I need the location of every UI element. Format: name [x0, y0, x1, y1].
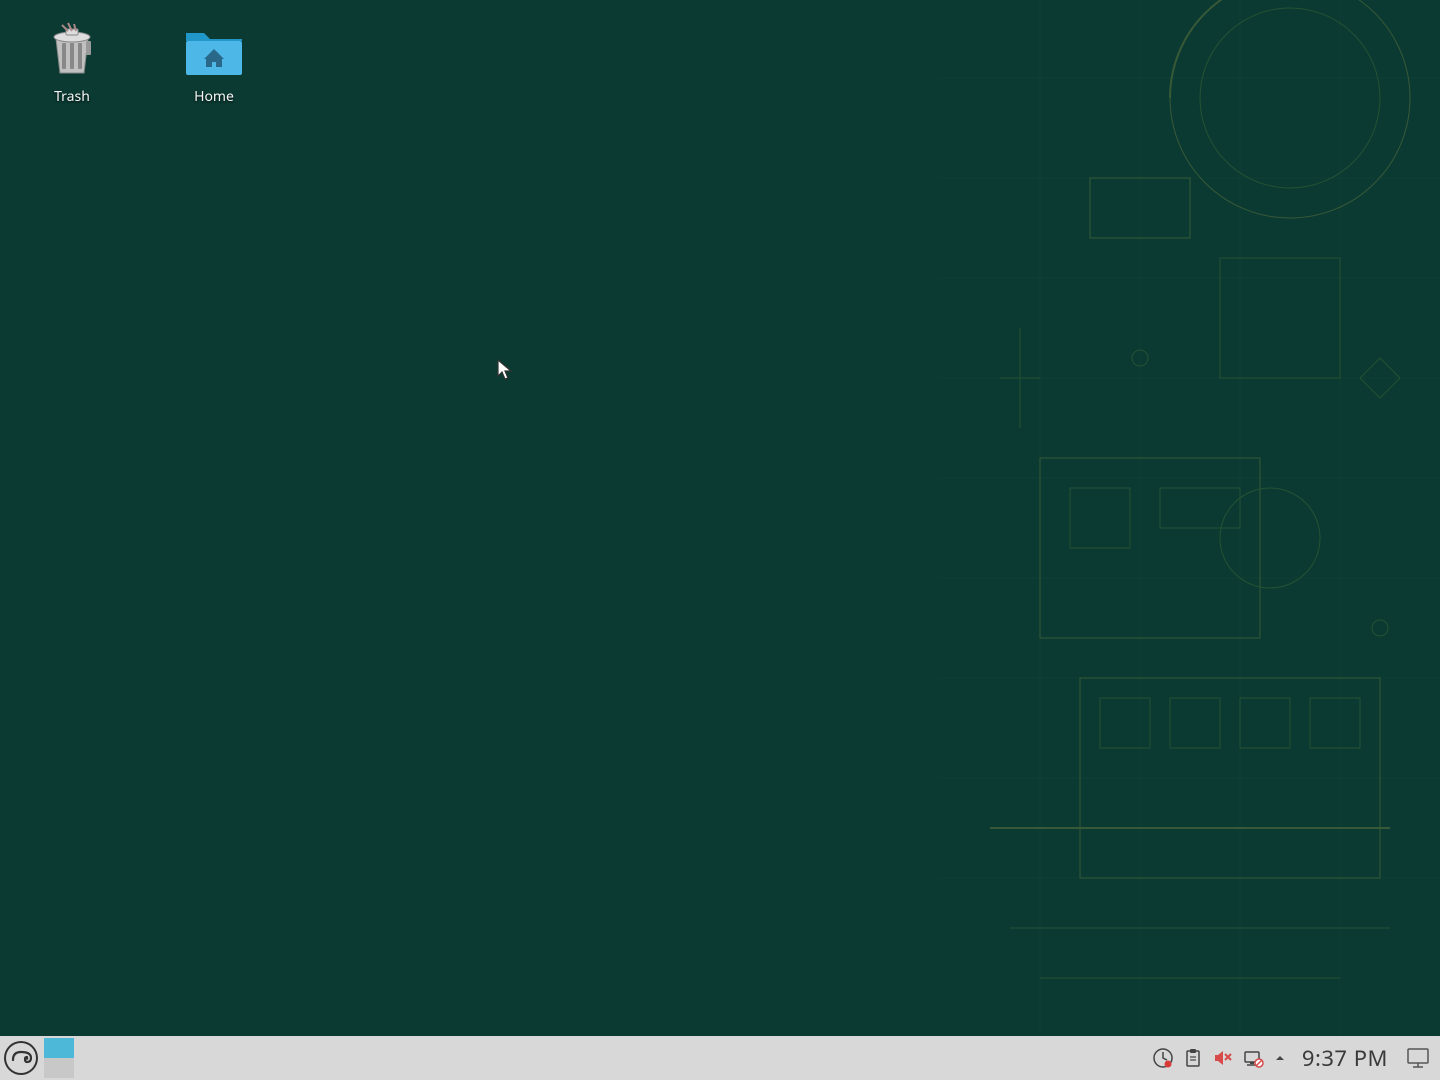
desktop[interactable]: Trash Home — [0, 0, 1440, 1036]
application-launcher[interactable] — [0, 1037, 42, 1079]
desktop-icon-home[interactable]: Home — [154, 12, 274, 111]
opensuse-logo-icon — [3, 1040, 39, 1076]
clipboard-tray-icon[interactable] — [1180, 1045, 1206, 1071]
mouse-cursor — [496, 358, 516, 382]
network-disconnected-tray-icon[interactable] — [1240, 1045, 1266, 1071]
desktop-icon-trash[interactable]: Trash — [12, 12, 132, 111]
volume-muted-tray-icon[interactable] — [1210, 1045, 1236, 1071]
workspace-2[interactable] — [44, 1058, 74, 1078]
updates-tray-icon[interactable] — [1150, 1045, 1176, 1071]
taskbar-left — [0, 1036, 74, 1080]
taskbar: 9:37 PM — [0, 1036, 1440, 1080]
clock[interactable]: 9:37 PM — [1294, 1043, 1396, 1073]
workspace-pager[interactable] — [44, 1038, 74, 1078]
show-desktop-button[interactable] — [1404, 1044, 1432, 1072]
system-tray: 9:37 PM — [1150, 1036, 1440, 1080]
trash-icon — [40, 17, 104, 81]
icon-label: Trash — [54, 87, 90, 106]
home-folder-icon — [182, 17, 246, 81]
tray-expand-arrow[interactable] — [1270, 1045, 1290, 1071]
icon-label: Home — [194, 87, 234, 106]
wallpaper-blueprint-pattern — [940, 0, 1440, 1036]
workspace-1[interactable] — [44, 1038, 74, 1058]
